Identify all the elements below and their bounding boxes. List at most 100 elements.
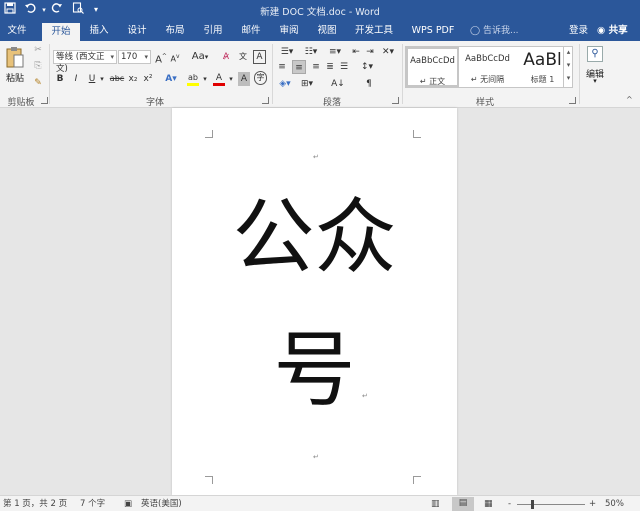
proofing-icon[interactable]: ▣ xyxy=(124,498,132,510)
phonetic-guide-icon[interactable]: 文 xyxy=(236,50,250,64)
chevron-down-icon: ▾ xyxy=(144,53,148,61)
zoom-in-button[interactable]: + xyxy=(589,498,596,510)
share-button[interactable]: ◉ 共享 xyxy=(597,21,628,41)
styles-gallery: AaBbCcDd ↵ 正文 AaBbCcDd ↵ 无间隔 AaBl 标题 1 xyxy=(405,46,573,88)
numbering-icon[interactable]: ☷▾ xyxy=(300,45,322,59)
document-area[interactable]: ↵ 公众 号 ↵ ↵ xyxy=(0,108,640,495)
cut-icon[interactable]: ✂ xyxy=(32,43,44,57)
scroll-up-icon[interactable]: ▴ xyxy=(564,46,573,59)
clear-formatting-icon[interactable]: A̷ xyxy=(220,50,232,64)
strikethrough-button[interactable]: abc xyxy=(109,72,125,86)
style-no-spacing-name: ↵ 无间隔 xyxy=(470,75,505,84)
style-no-spacing-sample: AaBbCcDd xyxy=(465,54,510,64)
tab-developer[interactable]: 开发工具 xyxy=(350,21,398,41)
justify-icon[interactable]: ≣ xyxy=(324,60,336,74)
text-effects-icon[interactable]: A▾ xyxy=(163,72,179,86)
bullets-icon[interactable]: ☰▾ xyxy=(276,45,298,59)
grow-font-button[interactable]: A^ xyxy=(155,50,167,65)
tab-view[interactable]: 视图 xyxy=(312,21,342,41)
title-bar: ▾ ▾ 新建 DOC 文档.doc - Word xyxy=(0,0,640,21)
distributed-icon[interactable]: ☰ xyxy=(338,60,350,74)
copy-icon[interactable]: ⎘ xyxy=(32,59,44,73)
align-left-icon[interactable]: ≡ xyxy=(276,60,288,74)
word-count[interactable]: 7 个字 xyxy=(80,498,105,510)
margin-corner-top-right xyxy=(413,130,421,138)
bold-button[interactable]: B xyxy=(55,72,65,86)
styles-launcher-icon[interactable] xyxy=(569,97,576,104)
tab-references[interactable]: 引用 xyxy=(198,21,228,41)
shading-icon[interactable]: ◈▾ xyxy=(276,77,294,91)
font-size-dropdown[interactable]: 170 ▾ xyxy=(118,50,151,64)
scroll-down-icon[interactable]: ▾ xyxy=(564,59,573,72)
show-marks-icon[interactable]: ¶ xyxy=(362,77,376,91)
document-page[interactable]: ↵ 公众 号 ↵ ↵ xyxy=(172,108,457,495)
style-normal-name: ↵ 正文 xyxy=(419,77,446,86)
tab-file[interactable]: 文件 xyxy=(2,21,32,41)
document-text-line-2[interactable]: 号 xyxy=(172,326,457,416)
tell-me-box[interactable]: ◯ 告诉我... xyxy=(470,21,519,41)
shrink-font-button[interactable]: Av xyxy=(169,50,181,64)
paragraph-launcher-icon[interactable] xyxy=(392,97,399,104)
person-icon: ◉ xyxy=(597,25,606,36)
zoom-slider[interactable] xyxy=(517,500,585,509)
tab-review[interactable]: 审阅 xyxy=(274,21,304,41)
multilevel-list-icon[interactable]: ≡▾ xyxy=(324,45,346,59)
font-launcher-icon[interactable] xyxy=(262,97,269,104)
font-color-button[interactable]: A xyxy=(212,71,226,86)
style-heading-1-name: 标题 1 xyxy=(530,75,555,84)
format-painter-icon[interactable]: ✎ xyxy=(32,76,44,90)
highlight-dropdown-icon[interactable]: ▾ xyxy=(201,72,209,86)
more-styles-icon[interactable]: ▾ xyxy=(564,72,573,85)
clipboard-launcher-icon[interactable] xyxy=(41,97,48,104)
sign-in-link[interactable]: 登录 xyxy=(569,21,588,41)
style-no-spacing[interactable]: AaBbCcDd ↵ 无间隔 xyxy=(461,47,514,87)
ribbon-home: 粘贴 ✂ ⎘ ✎ 剪贴板 等线 (西文正文) ▾ 170 ▾ A^ Av Aa▾… xyxy=(0,41,640,108)
collapse-ribbon-icon[interactable]: ^ xyxy=(626,95,636,105)
style-normal-sample: AaBbCcDd xyxy=(410,56,455,66)
italic-button[interactable]: I xyxy=(71,72,81,86)
borders-icon[interactable]: ⊞▾ xyxy=(298,77,316,91)
change-case-button[interactable]: Aa▾ xyxy=(189,50,211,64)
read-mode-icon[interactable]: ▥ xyxy=(431,498,440,510)
font-group-label: 字体 xyxy=(145,98,164,108)
tab-insert[interactable]: 插入 xyxy=(84,21,114,41)
line-spacing-icon[interactable]: ↕▾ xyxy=(358,60,376,74)
web-layout-icon[interactable]: ▦ xyxy=(484,498,493,510)
subscript-button[interactable]: x₂ xyxy=(127,72,139,86)
language-indicator[interactable]: 英语(美国) xyxy=(141,498,182,510)
zoom-level[interactable]: 50% xyxy=(605,498,624,510)
font-name-dropdown[interactable]: 等线 (西文正文) ▾ xyxy=(53,50,117,74)
enclose-characters-icon[interactable]: 字 xyxy=(254,71,267,85)
style-normal[interactable]: AaBbCcDd ↵ 正文 xyxy=(406,47,459,87)
print-layout-icon[interactable]: ▤ xyxy=(452,497,474,511)
superscript-button[interactable]: x² xyxy=(142,72,154,86)
underline-button[interactable]: U xyxy=(87,72,97,86)
tab-wps-pdf[interactable]: WPS PDF xyxy=(408,21,458,41)
zoom-slider-thumb[interactable] xyxy=(531,500,534,509)
tab-mailings[interactable]: 邮件 xyxy=(236,21,266,41)
editing-button[interactable]: ⚲ 编辑 ▾ xyxy=(583,44,607,88)
chinese-layout-icon[interactable]: ✕▾ xyxy=(380,45,396,59)
tab-layout[interactable]: 布局 xyxy=(160,21,190,41)
search-icon: ⚲ xyxy=(587,46,603,62)
style-heading-1[interactable]: AaBl 标题 1 xyxy=(516,47,569,87)
decrease-indent-icon[interactable]: ⇤ xyxy=(350,45,362,59)
align-right-icon[interactable]: ≡ xyxy=(310,60,322,74)
align-center-icon[interactable]: ≡ xyxy=(292,60,306,74)
zoom-out-button[interactable]: - xyxy=(508,498,511,510)
character-border-icon[interactable]: A xyxy=(253,50,266,64)
underline-dropdown-icon[interactable]: ▾ xyxy=(98,72,106,86)
page-count[interactable]: 第 1 页，共 2 页 xyxy=(3,498,67,510)
highlight-color-button[interactable]: ab xyxy=(186,71,200,86)
styles-scroll[interactable]: ▴ ▾ ▾ xyxy=(563,46,573,88)
chevron-down-icon: ▾ xyxy=(593,77,597,85)
document-text-line-1[interactable]: 公众 xyxy=(172,193,457,283)
character-shading-icon[interactable]: A xyxy=(238,72,250,86)
tab-design[interactable]: 设计 xyxy=(122,21,152,41)
tab-home[interactable]: 开始 xyxy=(42,23,80,41)
font-color-dropdown-icon[interactable]: ▾ xyxy=(227,72,235,86)
group-divider xyxy=(272,44,273,104)
sort-icon[interactable]: A↓ xyxy=(330,77,346,91)
paste-button[interactable]: 粘贴 xyxy=(4,43,26,84)
increase-indent-icon[interactable]: ⇥ xyxy=(364,45,376,59)
